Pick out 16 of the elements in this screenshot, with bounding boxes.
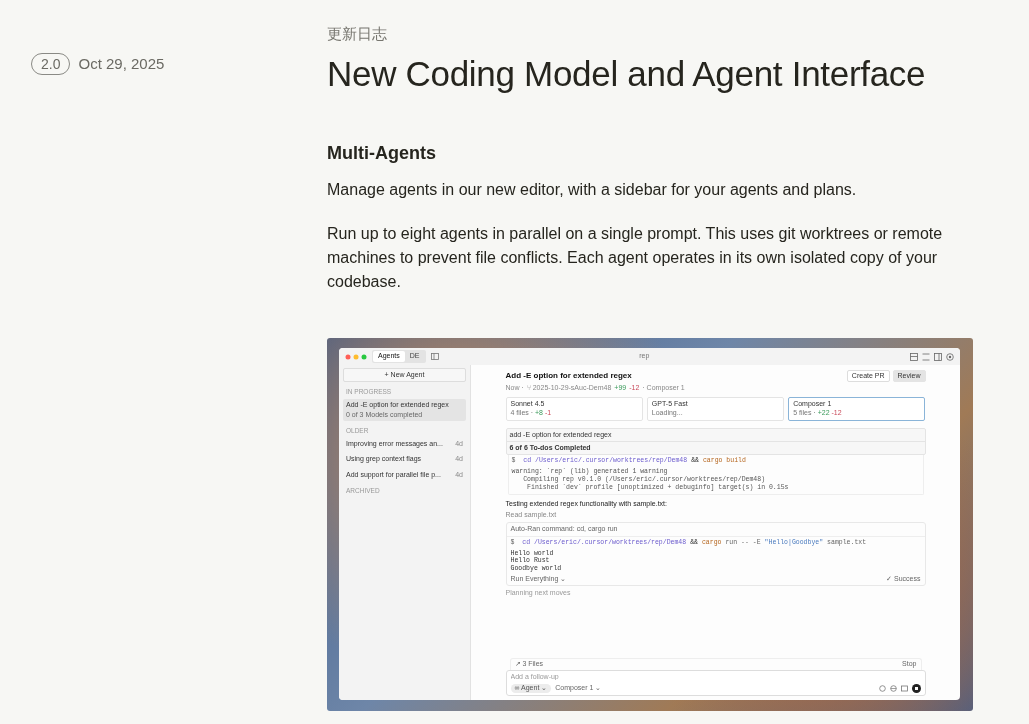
agent-title: Add -E option for extended regex [505, 371, 632, 381]
image-icon[interactable] [900, 685, 908, 692]
paragraph: Run up to eight agents in parallel on a single prompt. This uses git worktrees or remote machines to prevent file conflicts. Each agent operates in its own isolated copy of your codebase. [327, 224, 944, 292]
release-date: Oct 29, 2025 [78, 54, 165, 74]
sidebar-toggle-icon[interactable] [430, 353, 439, 360]
section-label: 更新日志 [327, 24, 388, 44]
page-title: New Coding Model and Agent Interface [327, 53, 927, 95]
globe-icon[interactable] [889, 685, 897, 692]
panel-icon[interactable] [910, 352, 918, 361]
section-heading: Multi-Agents [327, 142, 437, 164]
circle-icon[interactable] [878, 685, 886, 692]
settings-icon[interactable] [946, 352, 954, 361]
split-icon[interactable] [934, 352, 942, 361]
send-button-icon[interactable] [911, 684, 921, 693]
traffic-lights-icon[interactable] [345, 353, 367, 360]
paragraph: Manage agents in our new editor, with a sidebar for your agents and plans. [327, 180, 858, 200]
